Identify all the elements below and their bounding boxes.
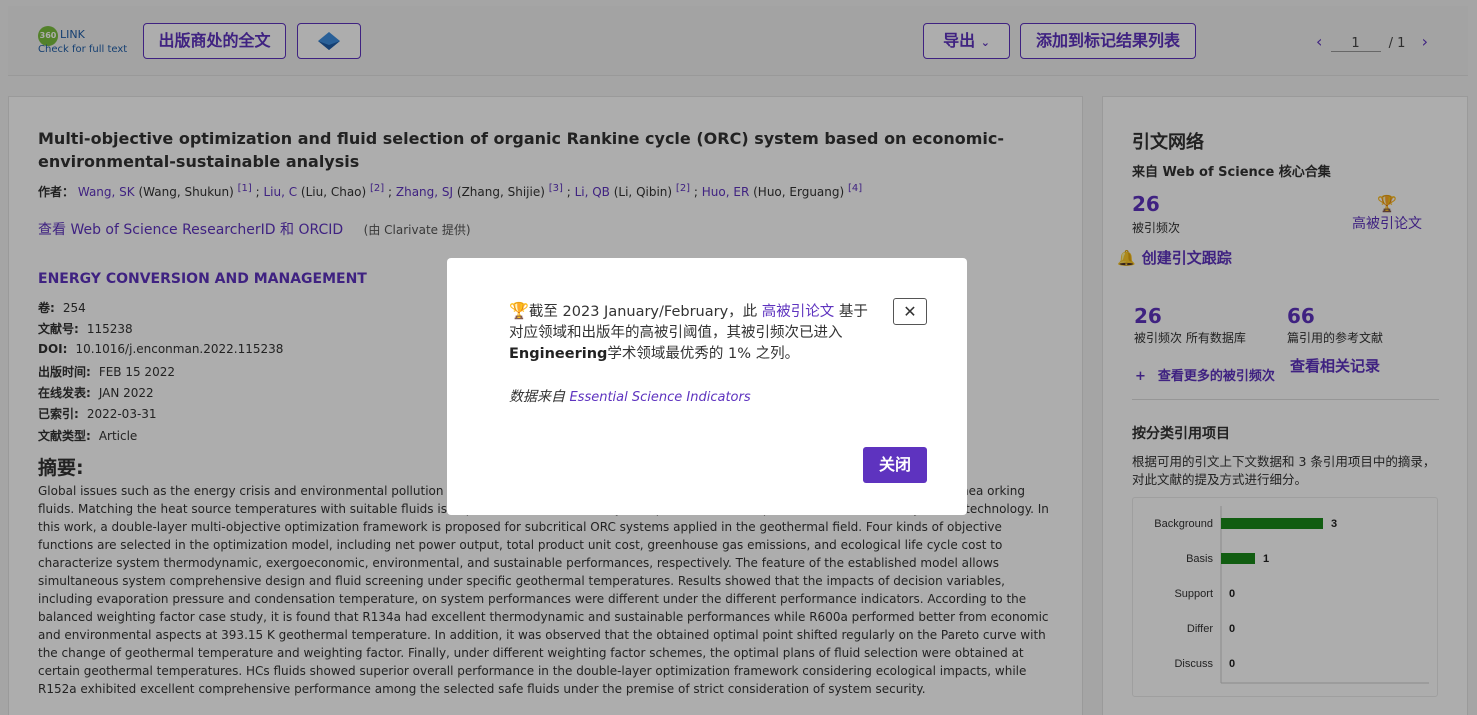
close-button[interactable]: 关闭 [863, 447, 927, 483]
dialog-source-label: 数据来自 [509, 389, 570, 405]
dialog-source: 数据来自 Essential Science Indicators [509, 386, 751, 406]
esi-link[interactable]: Essential Science Indicators [569, 390, 750, 405]
trophy-icon: 🏆 [509, 301, 529, 320]
dialog-field: Engineering [509, 346, 608, 362]
dialog-text-1: 截至 2023 January/February，此 [528, 304, 762, 320]
close-icon[interactable]: ✕ [893, 298, 927, 325]
dialog-text-3: 学术领域最优秀的 1% 之列。 [607, 346, 800, 362]
highly-cited-dialog: 🏆截至 2023 January/February，此 高被引论文 基于对应领域… [447, 258, 967, 515]
dialog-message: 🏆截至 2023 January/February，此 高被引论文 基于对应领域… [509, 300, 879, 365]
highly-cited-link[interactable]: 高被引论文 [762, 304, 835, 320]
